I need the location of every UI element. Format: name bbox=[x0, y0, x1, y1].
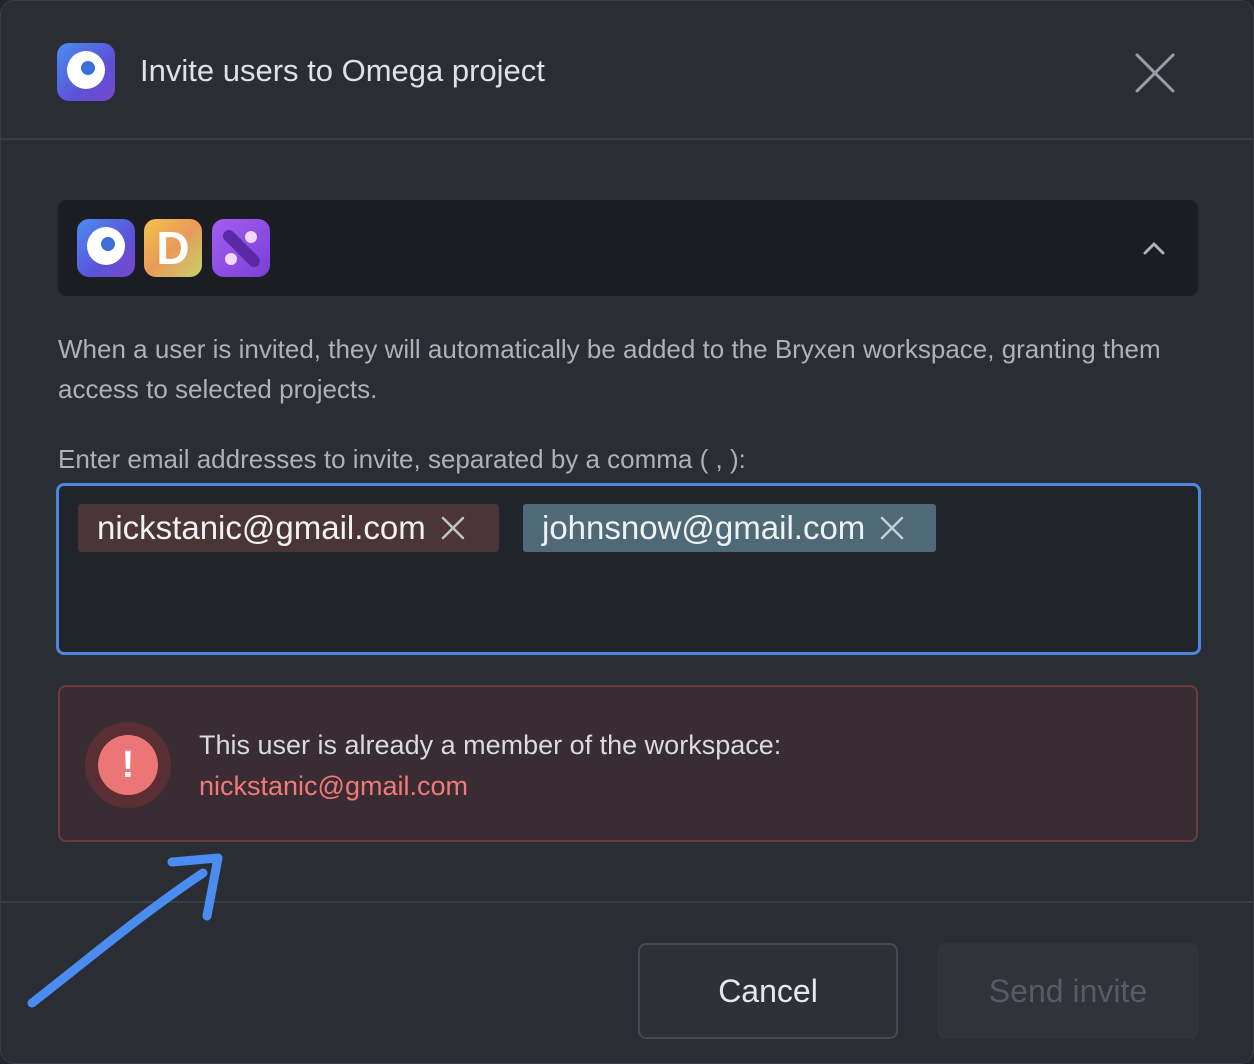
remove-tag-icon[interactable] bbox=[440, 515, 466, 541]
alert-icon: ! bbox=[85, 722, 171, 808]
omega-app-icon bbox=[77, 219, 135, 277]
alert-message: This user is already a member of the wor… bbox=[199, 730, 782, 760]
close-icon bbox=[1135, 53, 1175, 93]
dialog-header: Invite users to Omega project bbox=[1, 1, 1254, 140]
error-alert: ! This user is already a member of the w… bbox=[58, 685, 1198, 842]
dialog-title: Invite users to Omega project bbox=[140, 53, 545, 88]
d-app-letter: D bbox=[156, 222, 190, 274]
email-input-label: Enter email addresses to invite, separat… bbox=[58, 444, 746, 474]
selected-projects-panel[interactable]: D bbox=[58, 200, 1198, 296]
logo-ring bbox=[67, 51, 105, 89]
email-input[interactable]: nickstanic@gmail.com johnsnow@gmail.com bbox=[56, 483, 1201, 655]
email-tag: johnsnow@gmail.com bbox=[523, 504, 936, 552]
chevron-up-icon bbox=[1143, 242, 1165, 255]
alert-email: nickstanic@gmail.com bbox=[199, 771, 468, 801]
logo-dot bbox=[81, 61, 95, 75]
send-invite-button[interactable]: Send invite bbox=[937, 943, 1199, 1039]
x-app-glyph bbox=[223, 230, 260, 267]
exclamation-icon: ! bbox=[98, 735, 158, 795]
cancel-button[interactable]: Cancel bbox=[638, 943, 898, 1039]
footer-divider bbox=[1, 901, 1254, 903]
remove-tag-icon[interactable] bbox=[879, 515, 905, 541]
omega-logo-icon bbox=[57, 43, 115, 101]
collapse-toggle[interactable] bbox=[1140, 234, 1168, 262]
x-app-icon bbox=[212, 219, 270, 277]
email-tag-text: nickstanic@gmail.com bbox=[97, 509, 426, 546]
logo-ring bbox=[87, 227, 125, 265]
email-tag-error: nickstanic@gmail.com bbox=[78, 504, 499, 552]
invite-dialog: Invite users to Omega project D When a u… bbox=[0, 0, 1254, 1064]
close-button[interactable] bbox=[1129, 47, 1181, 99]
invite-description: When a user is invited, they will automa… bbox=[58, 334, 1161, 404]
d-app-icon: D bbox=[144, 219, 202, 277]
email-tag-text: johnsnow@gmail.com bbox=[542, 509, 866, 546]
logo-dot bbox=[101, 237, 115, 251]
